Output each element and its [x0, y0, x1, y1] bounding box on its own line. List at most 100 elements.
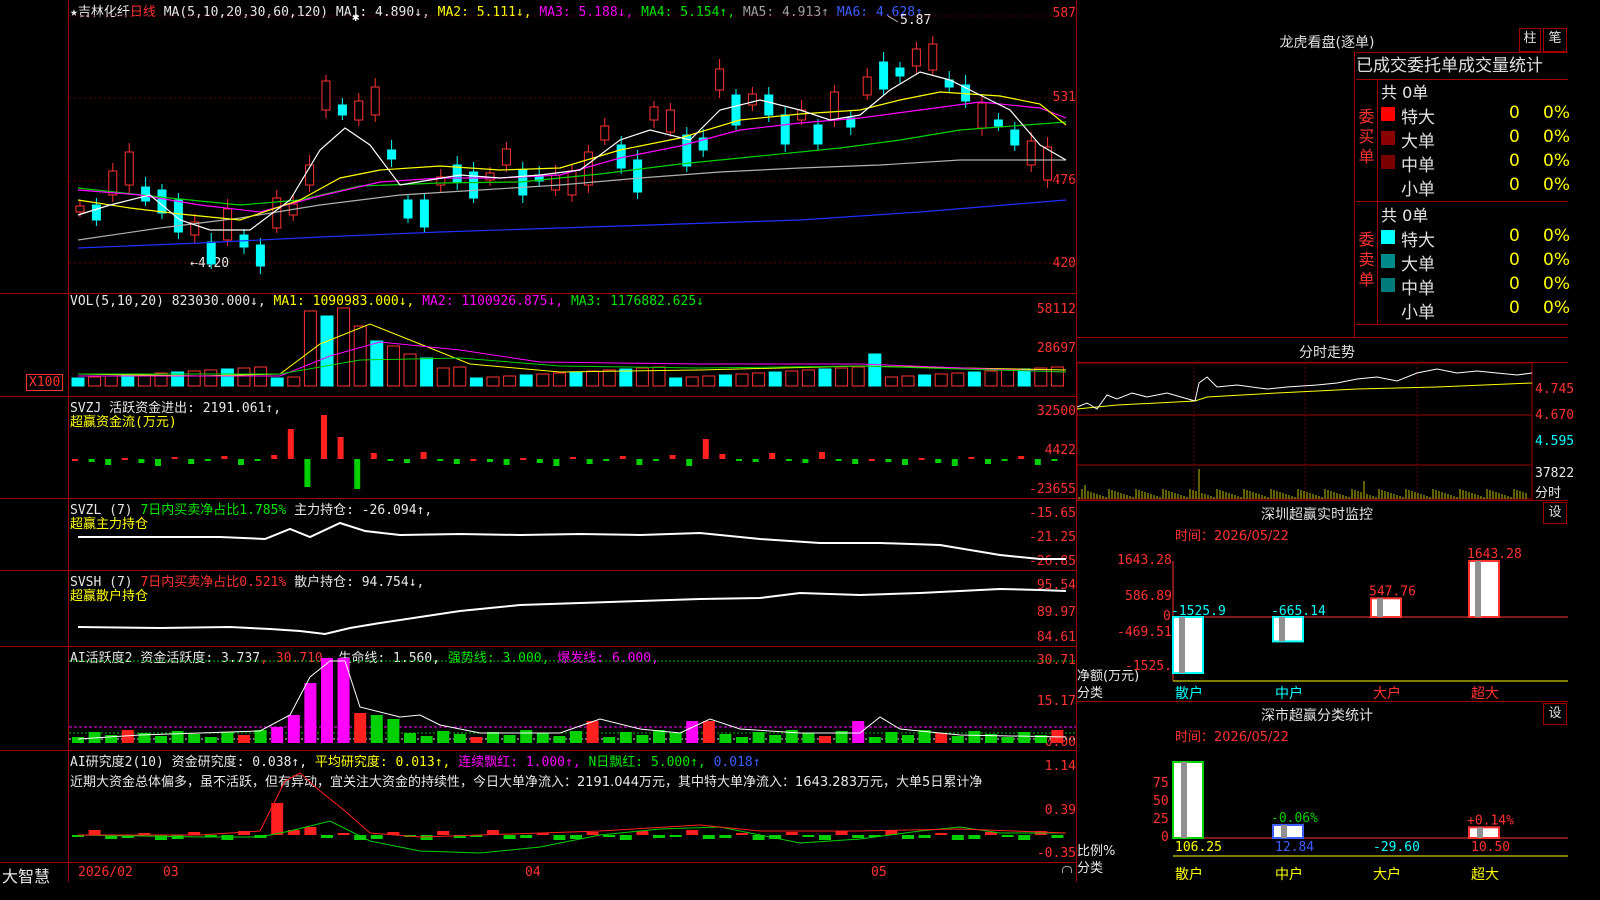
dragon-panel: 龙虎看盘(逐单) 柱 笔 已成交委托单成交量统计 委买单 共 0单 特大 0 0% 大…: [1077, 0, 1570, 337]
activity-bar: [669, 733, 682, 743]
activity-bar: [520, 730, 533, 743]
fund-flow-bar: [271, 455, 278, 459]
intraday-panel[interactable]: 分时走势 4.745 4.670 4.595 37822 分时: [1077, 338, 1574, 501]
bottom-axis-bar: 大智慧 2026/02 03 04 05: [0, 863, 1076, 886]
activity-bar: [204, 737, 217, 743]
volume-bar: [702, 375, 716, 387]
research-bar: [570, 835, 582, 839]
activity-bar: [171, 731, 184, 743]
tab-traded[interactable]: 已成交: [1356, 56, 1407, 76]
volume-bar: [469, 377, 483, 387]
fund-flow-bar: [769, 453, 776, 459]
research-bar: [370, 835, 383, 839]
monitor-bar: [1370, 597, 1402, 619]
fund-flow-bar: [520, 458, 527, 460]
monitor-bar: [1272, 616, 1304, 643]
volume-bar: [486, 376, 500, 387]
buy-order-pct: 0%: [1543, 103, 1570, 123]
sell-order-count: 0: [1509, 274, 1520, 294]
fund-flow-bar: [902, 459, 908, 465]
fund-flow-bar: [785, 459, 792, 461]
research-bar: [702, 835, 715, 839]
sell-order-row: 特大 0 0%: [1381, 226, 1570, 251]
buy-order-swatch: [1381, 155, 1395, 169]
dragon-title: 龙虎看盘(逐单): [1279, 35, 1375, 51]
volume-bar: [353, 325, 367, 387]
monitor-bar-shade: [1279, 617, 1285, 642]
buy-order-pct: 0%: [1543, 127, 1570, 147]
research-bar: [802, 835, 815, 837]
research-bar: [951, 835, 964, 840]
sell-order-name: 中单: [1401, 279, 1435, 299]
activity-bar: [453, 734, 466, 743]
research-bar: [1051, 835, 1064, 838]
research-bar: [586, 832, 599, 835]
lock-icon[interactable]: [1062, 866, 1072, 873]
svzj-panel[interactable]: 32500 4422 -23655 SVZJ 活跃资金进出: 2191.061↑…: [0, 397, 1076, 498]
activity-bar: [586, 721, 599, 743]
svzl-panel[interactable]: -15.65 -21.25 -26.85 SVZL (7) 7日内买卖净占比1.…: [0, 499, 1076, 570]
fund-flow-bar: [968, 457, 975, 459]
fund-flow-bar: [1034, 459, 1041, 465]
candle-body: [583, 151, 593, 186]
ai-active-panel[interactable]: 30.71 15.17 0.00 AI活跃度2 资金活跃度: 3.737, 30…: [0, 647, 1076, 750]
tab-volume[interactable]: 成交量: [1458, 56, 1509, 76]
candle-body: [911, 48, 921, 67]
svsh-chart: [77, 587, 1067, 636]
research-bar: [669, 835, 682, 837]
fund-flow-bar: [470, 459, 477, 461]
classify-value-label: -29.60: [1373, 840, 1420, 855]
classify-stats-panel[interactable]: 深市超赢分类统计 设 时间：2026/05/22 75 50 25 0 比例% …: [1077, 702, 1568, 883]
candle-body: [387, 149, 397, 160]
activity-bar: [935, 733, 948, 743]
main-chart-area[interactable]: 587 531 476 420 ★吉林化纤日线 MA(5,10,20,30,60…: [0, 0, 1076, 886]
volume-bar: [801, 369, 815, 387]
volume-panel[interactable]: 58112 28697 X100 VOL(5,10,20) 823030.000…: [0, 294, 1076, 396]
candle-body: [715, 68, 725, 91]
research-bar: [686, 830, 699, 835]
candle-body: [633, 159, 643, 193]
ai-research-panel[interactable]: 1.14 0.39 -0.35 AI研究度2(10) 资金研究度: 0.038↑…: [0, 751, 1076, 862]
fund-flow-bar: [586, 459, 593, 464]
tab-orders[interactable]: 委托单: [1407, 56, 1458, 76]
candle-body: [419, 199, 429, 228]
volume-bar: [370, 340, 384, 387]
svsh-panel[interactable]: 95.54 89.97 84.61 SVSH (7) 7日内买卖净占比0.521…: [0, 571, 1076, 646]
classify-category-label: 散户: [1175, 867, 1203, 883]
tick-mode-button[interactable]: 笔: [1543, 28, 1567, 52]
monitor-category-label: 中户: [1275, 686, 1303, 702]
buy-orders-label: 委买单: [1356, 79, 1378, 201]
classify-bar: [1272, 823, 1304, 839]
dragon-tab-bar: 已成交委托单成交量统计: [1356, 52, 1568, 80]
volume-bar: [569, 371, 583, 387]
volume-bar: [220, 368, 234, 387]
fund-flow-bar: [88, 459, 95, 462]
volume-bar: [320, 315, 334, 387]
candle-body: [862, 76, 872, 96]
activity-bar: [370, 715, 383, 743]
ma1-line: [77, 71, 1067, 231]
sell-order-name: 特大: [1401, 231, 1435, 251]
activity-bar: [1018, 732, 1031, 743]
right-sidebar: 龙虎看盘(逐单) 柱 笔 已成交委托单成交量统计 委买单 共 0单 特大 0 0% 大…: [1077, 0, 1574, 883]
buy-order-name: 中单: [1401, 156, 1435, 176]
sell-order-pct: 0%: [1543, 298, 1570, 318]
fund-flow-bar: [437, 459, 444, 461]
activity-bar: [736, 737, 748, 743]
tab-stats[interactable]: 统计: [1509, 56, 1543, 76]
activity-bar: [702, 721, 715, 743]
volume-bar: [436, 367, 450, 387]
sell-order-swatch: [1381, 230, 1395, 244]
activity-bar: [188, 734, 201, 743]
realtime-monitor-panel[interactable]: 深圳超赢实时监控 设 时间：2026/05/22 1643.28 586.89 …: [1077, 501, 1568, 702]
buy-order-name: 特大: [1401, 108, 1435, 128]
kline-panel[interactable]: 587 531 476 420 ★吉林化纤日线 MA(5,10,20,30,60…: [0, 0, 1076, 293]
fund-flow-bar: [105, 459, 112, 465]
activity-bar: [902, 735, 914, 743]
activity-bar: [1001, 737, 1014, 743]
fund-flow-bar: [453, 459, 460, 464]
bar-mode-button[interactable]: 柱: [1519, 28, 1541, 52]
research-bar: [785, 832, 798, 835]
intraday-y-label-3: 4.595: [1535, 434, 1575, 449]
fund-flow-bar: [204, 459, 211, 461]
